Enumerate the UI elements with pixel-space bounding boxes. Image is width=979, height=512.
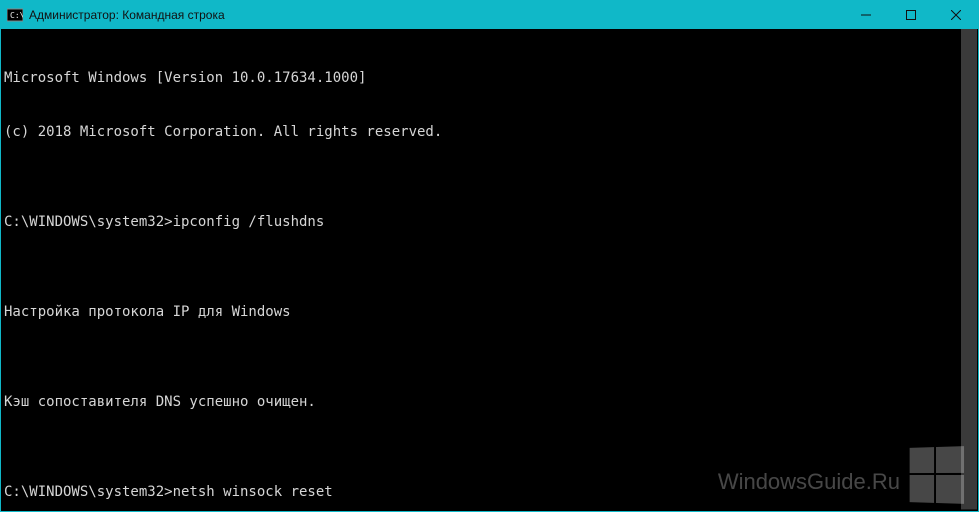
term-line: C:\WINDOWS\system32>ipconfig /flushdns [4,213,975,231]
window-title: Администратор: Командная строка [29,8,843,22]
term-line: C:\WINDOWS\system32>netsh winsock reset [4,483,975,501]
minimize-button[interactable] [843,1,888,29]
maximize-button[interactable] [888,1,933,29]
term-line: Настройка протокола IP для Windows [4,303,975,321]
titlebar[interactable]: C:\ Администратор: Командная строка [1,1,978,29]
term-line: Кэш сопоставителя DNS успешно очищен. [4,393,975,411]
close-button[interactable] [933,1,978,29]
window-controls [843,1,978,29]
cmd-icon: C:\ [7,7,23,23]
svg-text:C:\: C:\ [10,11,23,20]
term-line: Microsoft Windows [Version 10.0.17634.10… [4,69,975,87]
vertical-scrollbar[interactable] [961,29,977,510]
cmd-window: C:\ Администратор: Командная строка Micr… [0,0,979,512]
term-line: (c) 2018 Microsoft Corporation. All righ… [4,123,975,141]
terminal-output[interactable]: Microsoft Windows [Version 10.0.17634.10… [1,29,978,511]
scrollbar-thumb[interactable] [961,29,977,509]
